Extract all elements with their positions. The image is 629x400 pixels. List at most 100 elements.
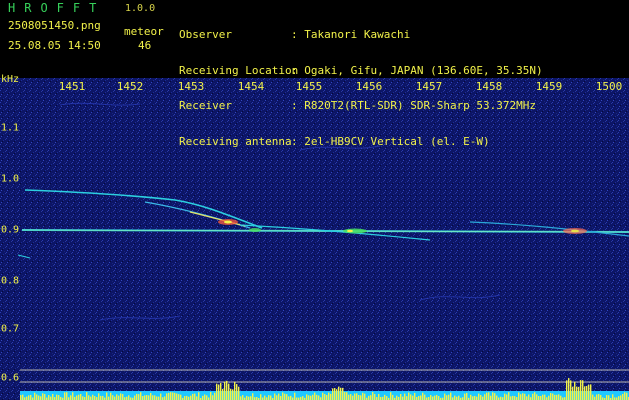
signal-bar xyxy=(282,392,284,400)
signal-bar xyxy=(344,392,346,400)
signal-bar xyxy=(78,394,80,400)
x-tick: 1457 xyxy=(415,80,443,93)
signal-bar xyxy=(66,392,68,400)
signal-bar xyxy=(364,393,366,400)
signal-bar xyxy=(174,392,176,400)
signal-bar xyxy=(456,396,458,400)
signal-bar xyxy=(324,394,326,400)
signal-bar xyxy=(384,394,386,400)
file-name: 2508051450.png xyxy=(8,19,101,32)
signal-bar xyxy=(122,394,124,400)
signal-bar xyxy=(234,381,236,400)
signal-bar xyxy=(446,395,448,400)
app-version: 1.0.0 xyxy=(125,3,156,14)
signal-bar xyxy=(136,393,138,400)
signal-bar xyxy=(170,392,172,400)
signal-bar xyxy=(528,394,530,400)
x-tick: 1500 xyxy=(595,80,623,93)
meteor-echo-2 xyxy=(343,228,367,234)
signal-bar xyxy=(572,386,574,400)
signal-bar xyxy=(138,394,140,400)
y-tick: 0.8 xyxy=(1,275,20,287)
signal-bar xyxy=(268,395,270,400)
signal-bar xyxy=(490,395,492,400)
signal-bar xyxy=(392,394,394,400)
signal-bar xyxy=(536,394,538,400)
info-row-observer: Observer: Takanori Kawachi xyxy=(179,29,543,41)
signal-bar xyxy=(246,395,248,400)
signal-bar xyxy=(252,393,254,400)
signal-bar xyxy=(420,395,422,400)
signal-bar xyxy=(274,393,276,400)
signal-bar xyxy=(408,392,410,400)
signal-bar xyxy=(118,395,120,400)
signal-bar xyxy=(370,395,372,400)
y-tick: 0.6 xyxy=(1,372,20,384)
signal-bar xyxy=(212,395,214,400)
info-key: Receiving Location xyxy=(179,63,299,77)
signal-bar xyxy=(590,384,592,400)
signal-bar xyxy=(114,396,116,400)
signal-bar xyxy=(198,392,200,400)
y-tick: 1.1 xyxy=(1,122,20,134)
signal-bar xyxy=(328,392,330,400)
signal-bar xyxy=(518,392,520,400)
signal-bar xyxy=(134,395,136,400)
signal-bar xyxy=(472,396,474,400)
signal-bar xyxy=(600,395,602,400)
signal-bar xyxy=(508,392,510,400)
signal-bar xyxy=(548,395,550,400)
signal-bar xyxy=(492,392,494,400)
signal-bar xyxy=(56,394,58,400)
signal-bar xyxy=(276,395,278,400)
info-value: : Ogaki, Gifu, JAPAN (136.60E, 35.35N) xyxy=(291,63,543,77)
signal-bar xyxy=(510,396,512,400)
signal-bar xyxy=(82,396,84,400)
signal-bar xyxy=(88,395,90,400)
signal-bar xyxy=(204,394,206,400)
signal-bar xyxy=(354,393,356,400)
signal-bar xyxy=(356,393,358,400)
signal-bar xyxy=(464,393,466,400)
signal-bar xyxy=(76,395,78,400)
signal-bar xyxy=(474,395,476,400)
signal-bar xyxy=(184,396,186,400)
signal-bar xyxy=(338,386,340,400)
signal-bar xyxy=(50,396,52,400)
signal-bar xyxy=(224,381,226,400)
signal-bar xyxy=(126,396,128,400)
signal-bar xyxy=(260,394,262,400)
meteor-label: meteor xyxy=(124,25,164,38)
signal-bar xyxy=(566,380,568,400)
signal-bar xyxy=(248,396,250,400)
signal-bar xyxy=(372,392,374,400)
signal-bar xyxy=(592,394,594,400)
signal-bar xyxy=(100,395,102,400)
signal-bar xyxy=(484,394,486,400)
signal-bar xyxy=(90,396,92,400)
signal-bar xyxy=(340,387,342,400)
info-key: Receiver xyxy=(179,99,232,113)
signal-bar xyxy=(110,392,112,400)
x-tick: 1451 xyxy=(58,80,86,93)
signal-bar xyxy=(194,393,196,400)
signal-bar xyxy=(98,393,100,400)
signal-bar xyxy=(404,393,406,400)
signal-bar xyxy=(412,395,414,400)
signal-bar xyxy=(284,393,286,400)
signal-bar xyxy=(424,394,426,400)
signal-bar xyxy=(402,396,404,400)
signal-bar xyxy=(312,394,314,400)
app-title: HROFFT xyxy=(8,1,106,15)
signal-bar xyxy=(598,394,600,400)
signal-bar xyxy=(400,394,402,400)
signal-bar xyxy=(156,396,158,400)
x-tick: 1453 xyxy=(177,80,205,93)
signal-bar xyxy=(620,395,622,400)
signal-bar xyxy=(434,395,436,400)
signal-bar xyxy=(318,395,320,400)
signal-bar xyxy=(142,396,144,400)
signal-bar xyxy=(454,395,456,400)
signal-bar xyxy=(48,395,50,400)
signal-bar xyxy=(280,395,282,400)
